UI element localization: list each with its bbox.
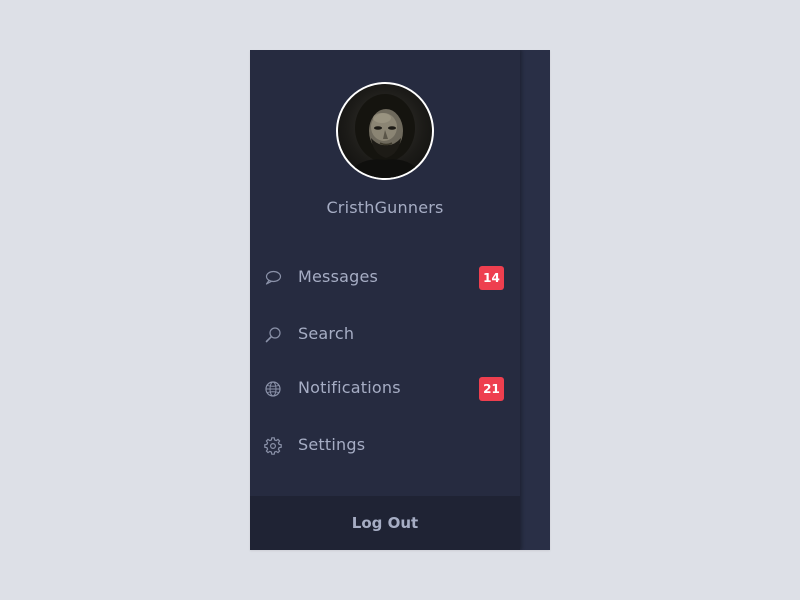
unread-count-badge: 14 (479, 266, 504, 290)
avatar[interactable] (336, 82, 434, 180)
logout-button[interactable]: Log Out (250, 496, 520, 550)
sidebar: CristhGunners Messages 14 Search Notific… (250, 50, 520, 550)
menu-item-label: Settings (298, 435, 366, 454)
avatar-portrait (346, 94, 424, 178)
app-panel: CristhGunners Messages 14 Search Notific… (250, 50, 550, 550)
globe-icon (264, 380, 282, 398)
speech-bubble-icon (264, 269, 282, 287)
search-icon (264, 326, 282, 344)
main-content-edge (520, 50, 550, 550)
menu-item-label: Search (298, 324, 355, 343)
page: CristhGunners Messages 14 Search Notific… (0, 0, 800, 600)
menu-item-messages[interactable]: Messages 14 (250, 258, 520, 298)
menu-item-settings[interactable]: Settings (250, 426, 520, 466)
menu-item-notifications[interactable]: Notifications 21 (250, 369, 520, 409)
menu-item-search[interactable]: Search (250, 315, 520, 355)
notification-count-badge: 21 (479, 377, 504, 401)
gear-icon (264, 437, 282, 455)
menu-item-label: Messages (298, 267, 379, 286)
menu-item-label: Notifications (298, 378, 401, 397)
username: CristhGunners (326, 198, 444, 217)
